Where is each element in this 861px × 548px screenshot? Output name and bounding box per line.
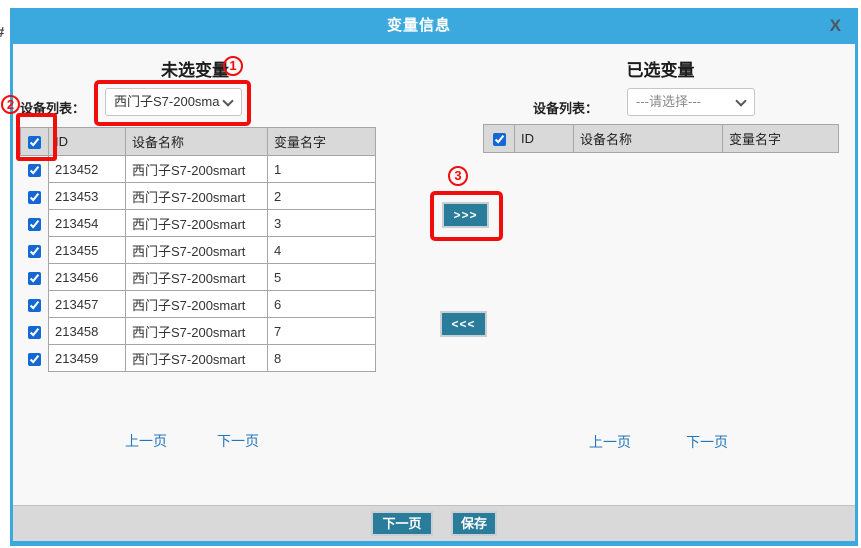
cell-id: 213457: [49, 291, 126, 318]
selected-variables-heading: 已选变量: [483, 56, 838, 81]
cell-device: 西门子S7-200smart: [126, 183, 268, 210]
next-page-button[interactable]: 下一页: [371, 511, 433, 536]
cell-device: 西门子S7-200smart: [126, 237, 268, 264]
row-checkbox[interactable]: [28, 245, 41, 258]
cell-variable: 8: [268, 345, 376, 372]
cell-device: 西门子S7-200smart: [126, 345, 268, 372]
dialog-footer: 下一页 保存: [13, 505, 855, 541]
row-checkbox-cell: [21, 210, 49, 237]
cell-id: 213452: [49, 156, 126, 183]
cell-id: 213456: [49, 264, 126, 291]
chevron-down-icon: [222, 95, 233, 106]
table-row: 213459西门子S7-200smart8: [21, 345, 376, 372]
cell-device: 西门子S7-200smart: [126, 291, 268, 318]
select-all-checkbox[interactable]: [493, 133, 506, 146]
row-checkbox[interactable]: [28, 299, 41, 312]
row-checkbox[interactable]: [28, 218, 41, 231]
table-row: 213452西门子S7-200smart1: [21, 156, 376, 183]
cell-id: 213458: [49, 318, 126, 345]
cell-variable: 1: [268, 156, 376, 183]
unselected-variables-heading: 未选变量: [20, 56, 370, 81]
right-next-page-link[interactable]: 下一页: [686, 432, 728, 452]
dialog-titlebar: 变量信息: [13, 8, 855, 44]
save-button[interactable]: 保存: [451, 511, 497, 536]
table-header-row: ID 设备名称 变量名字: [484, 125, 839, 153]
move-left-button[interactable]: <<<: [440, 311, 487, 337]
chevron-down-icon: [735, 95, 746, 106]
row-checkbox-cell: [21, 291, 49, 318]
table-row: 213456西门子S7-200smart5: [21, 264, 376, 291]
left-device-select[interactable]: 西门子S7-200sma: [105, 88, 242, 116]
right-prev-page-link[interactable]: 上一页: [589, 432, 631, 452]
table-row: 213457西门子S7-200smart6: [21, 291, 376, 318]
left-device-select-value: 西门子S7-200sma: [114, 94, 219, 109]
row-checkbox-cell: [21, 237, 49, 264]
dialog-title: 变量信息: [13, 8, 825, 44]
row-checkbox-cell: [21, 318, 49, 345]
cell-variable: 4: [268, 237, 376, 264]
left-next-page-link[interactable]: 下一页: [217, 431, 259, 451]
cell-id: 213459: [49, 345, 126, 372]
cell-variable: 5: [268, 264, 376, 291]
cell-variable: 7: [268, 318, 376, 345]
cell-device: 西门子S7-200smart: [126, 264, 268, 291]
cell-device: 西门子S7-200smart: [126, 156, 268, 183]
cell-device: 西门子S7-200smart: [126, 210, 268, 237]
left-device-list-label: 设备列表：: [20, 98, 85, 117]
row-checkbox-cell: [21, 156, 49, 183]
table-row: 213453西门子S7-200smart2: [21, 183, 376, 210]
column-header-variable: 变量名字: [723, 125, 839, 153]
table-row: 213458西门子S7-200smart7: [21, 318, 376, 345]
table-row: 213455西门子S7-200smart4: [21, 237, 376, 264]
column-header-device: 设备名称: [126, 128, 268, 156]
unselected-table-body: 213452西门子S7-200smart1213453西门子S7-200smar…: [21, 156, 376, 372]
column-header-variable: 变量名字: [268, 128, 376, 156]
right-device-select[interactable]: ---请选择---: [627, 88, 755, 116]
cell-variable: 6: [268, 291, 376, 318]
row-checkbox[interactable]: [28, 272, 41, 285]
column-header-device: 设备名称: [574, 125, 723, 153]
left-prev-page-link[interactable]: 上一页: [125, 431, 167, 451]
row-checkbox[interactable]: [28, 326, 41, 339]
table-header-row: ID 设备名称 变量名字: [21, 128, 376, 156]
row-checkbox-cell: [21, 183, 49, 210]
right-device-select-value: ---请选择---: [636, 94, 701, 109]
row-checkbox[interactable]: [28, 353, 41, 366]
annotation-step-3: 3: [448, 166, 468, 186]
row-checkbox[interactable]: [28, 164, 41, 177]
cell-variable: 3: [268, 210, 376, 237]
cell-id: 213454: [49, 210, 126, 237]
selected-variables-table: ID 设备名称 变量名字: [483, 124, 839, 153]
right-device-list-label: 设备列表：: [533, 98, 598, 117]
row-checkbox-cell: [21, 345, 49, 372]
cell-id: 213453: [49, 183, 126, 210]
background-page-fragment: #: [0, 24, 4, 41]
variable-info-dialog: 变量信息 X 未选变量 设备列表： 西门子S7-200sma ID 设备名称 变…: [10, 8, 858, 546]
column-header-id: ID: [515, 125, 574, 153]
annotation-step-2: 2: [1, 95, 20, 114]
screen: # 变量信息 X 未选变量 设备列表： 西门子S7-200sma ID 设备名称…: [0, 0, 861, 548]
cell-device: 西门子S7-200smart: [126, 318, 268, 345]
cell-variable: 2: [268, 183, 376, 210]
close-icon[interactable]: X: [830, 16, 841, 36]
row-checkbox-cell: [21, 264, 49, 291]
select-all-checkbox[interactable]: [28, 136, 41, 149]
cell-id: 213455: [49, 237, 126, 264]
row-checkbox[interactable]: [28, 191, 41, 204]
column-header-id: ID: [49, 128, 126, 156]
annotation-step-1: 1: [223, 56, 243, 76]
move-right-button[interactable]: >>>: [442, 202, 489, 228]
unselected-variables-table: ID 设备名称 变量名字 213452西门子S7-200smart1213453…: [20, 127, 376, 372]
table-row: 213454西门子S7-200smart3: [21, 210, 376, 237]
